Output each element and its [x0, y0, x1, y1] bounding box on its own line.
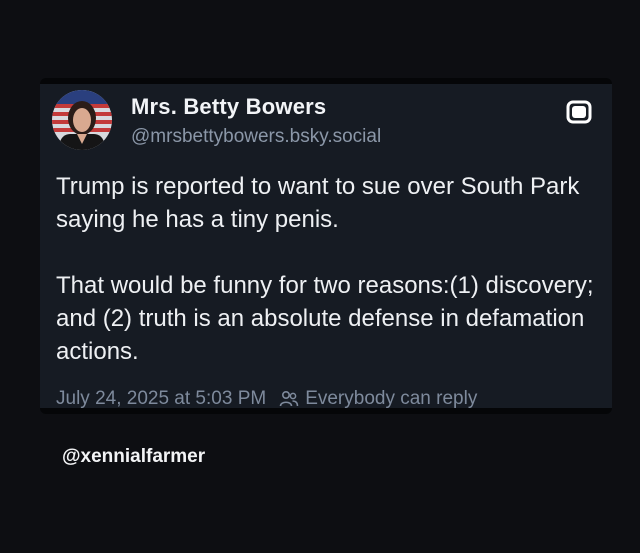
- post-body: Trump is reported to want to sue over So…: [56, 170, 601, 368]
- display-name[interactable]: Mrs. Betty Bowers: [131, 94, 326, 120]
- people-icon: [279, 390, 299, 407]
- post-card: Mrs. Betty Bowers @mrsbettybowers.bsky.s…: [40, 78, 612, 414]
- user-handle[interactable]: @mrsbettybowers.bsky.social: [131, 126, 381, 148]
- watermark-handle: @xennialfarmer: [62, 446, 206, 467]
- post-paragraph: That would be funny for two reasons:(1) …: [56, 272, 594, 365]
- reply-setting[interactable]: Everybody can reply: [305, 388, 477, 410]
- avatar[interactable]: [52, 90, 112, 150]
- avatar-image: [52, 90, 112, 150]
- post-meta: July 24, 2025 at 5:03 PM Everybody can r…: [56, 388, 477, 410]
- timestamp: July 24, 2025 at 5:03 PM: [56, 388, 267, 409]
- post-paragraph: Trump is reported to want to sue over So…: [56, 173, 580, 233]
- bluesky-square-icon[interactable]: [566, 98, 594, 126]
